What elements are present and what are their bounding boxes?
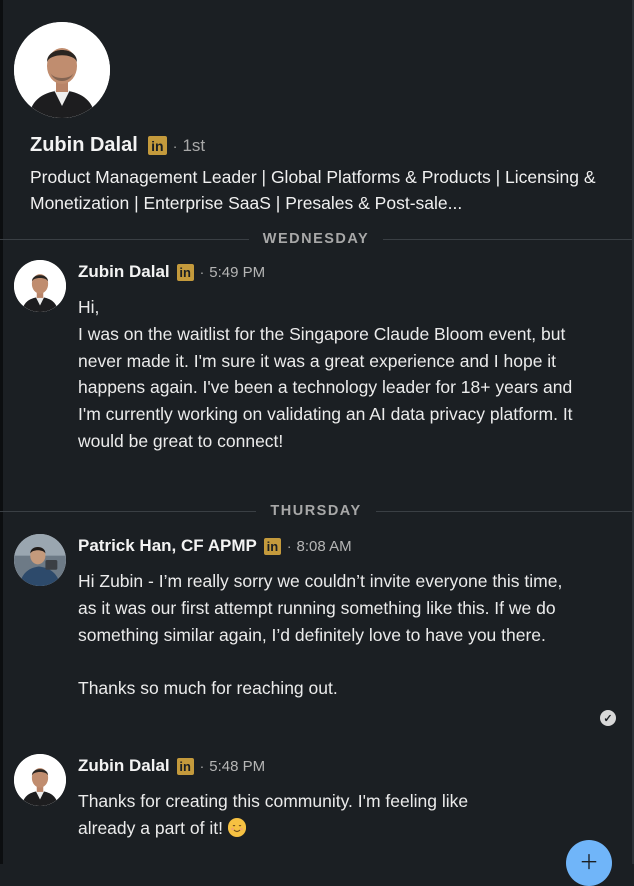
smiling-face-icon bbox=[227, 818, 246, 837]
message-body: Hi, I was on the waitlist for the Singap… bbox=[78, 294, 578, 455]
linkedin-icon: in bbox=[147, 136, 167, 155]
person-photo-icon bbox=[14, 22, 110, 118]
sender-name[interactable]: Zubin Dalal bbox=[78, 262, 170, 282]
window-edge-left bbox=[0, 0, 3, 864]
linkedin-icon: in bbox=[176, 757, 194, 775]
sender-name[interactable]: Zubin Dalal bbox=[78, 756, 170, 776]
message-time: 8:08 AM bbox=[296, 537, 352, 555]
message-header: Zubin Dalal in · 5:49 PM bbox=[78, 260, 265, 284]
connection-degree: 1st bbox=[182, 135, 206, 155]
profile-header bbox=[14, 22, 110, 118]
person-photo-icon bbox=[14, 754, 66, 806]
day-divider-label: THURSDAY bbox=[270, 503, 362, 519]
separator-dot: · bbox=[199, 758, 205, 774]
message-header: Patrick Han, CF APMP in · 8:08 AM bbox=[78, 534, 352, 558]
message-text: Hi Zubin - I’m really sorry we couldn’t … bbox=[78, 571, 563, 645]
sender-name[interactable]: Patrick Han, CF APMP bbox=[78, 536, 257, 556]
message-time: 5:48 PM bbox=[209, 757, 266, 775]
message-text: Thanks for creating this community. I'm … bbox=[78, 791, 469, 838]
message-time: 5:49 PM bbox=[209, 263, 266, 281]
sender-avatar[interactable] bbox=[14, 754, 66, 806]
linkedin-icon: in bbox=[263, 537, 281, 555]
compose-button[interactable]: ＋ bbox=[566, 840, 612, 886]
linkedin-icon: in bbox=[176, 263, 194, 281]
plus-icon: ＋ bbox=[579, 852, 599, 874]
message-body: Hi Zubin - I’m really sorry we couldn’t … bbox=[78, 568, 568, 702]
profile-name[interactable]: Zubin Dalal bbox=[30, 134, 138, 157]
person-photo-icon bbox=[14, 534, 66, 586]
profile-avatar[interactable] bbox=[14, 22, 110, 118]
message-header: Zubin Dalal in · 5:48 PM bbox=[78, 754, 265, 778]
message-text: Hi, bbox=[78, 297, 100, 317]
separator-dot: · bbox=[286, 538, 292, 554]
person-photo-icon bbox=[14, 260, 66, 312]
profile-name-row: Zubin Dalal in · 1st bbox=[30, 134, 205, 157]
message-body: Thanks for creating this community. I'm … bbox=[78, 788, 518, 842]
day-divider: THURSDAY bbox=[0, 501, 633, 521]
check-circle-icon: ✓ bbox=[600, 710, 616, 726]
day-divider: WEDNESDAY bbox=[0, 229, 632, 249]
separator-dot: · bbox=[172, 137, 178, 154]
separator-dot: · bbox=[199, 264, 205, 280]
sender-avatar[interactable] bbox=[14, 260, 66, 312]
sender-avatar[interactable] bbox=[14, 534, 66, 586]
profile-headline: Product Management Leader | Global Platf… bbox=[30, 167, 596, 213]
day-divider-label: WEDNESDAY bbox=[262, 231, 370, 247]
smiling-face-emoji-icon bbox=[227, 817, 246, 837]
message-text: I was on the waitlist for the Singapore … bbox=[78, 323, 573, 451]
message-text: Thanks so much for reaching out. bbox=[78, 678, 338, 699]
